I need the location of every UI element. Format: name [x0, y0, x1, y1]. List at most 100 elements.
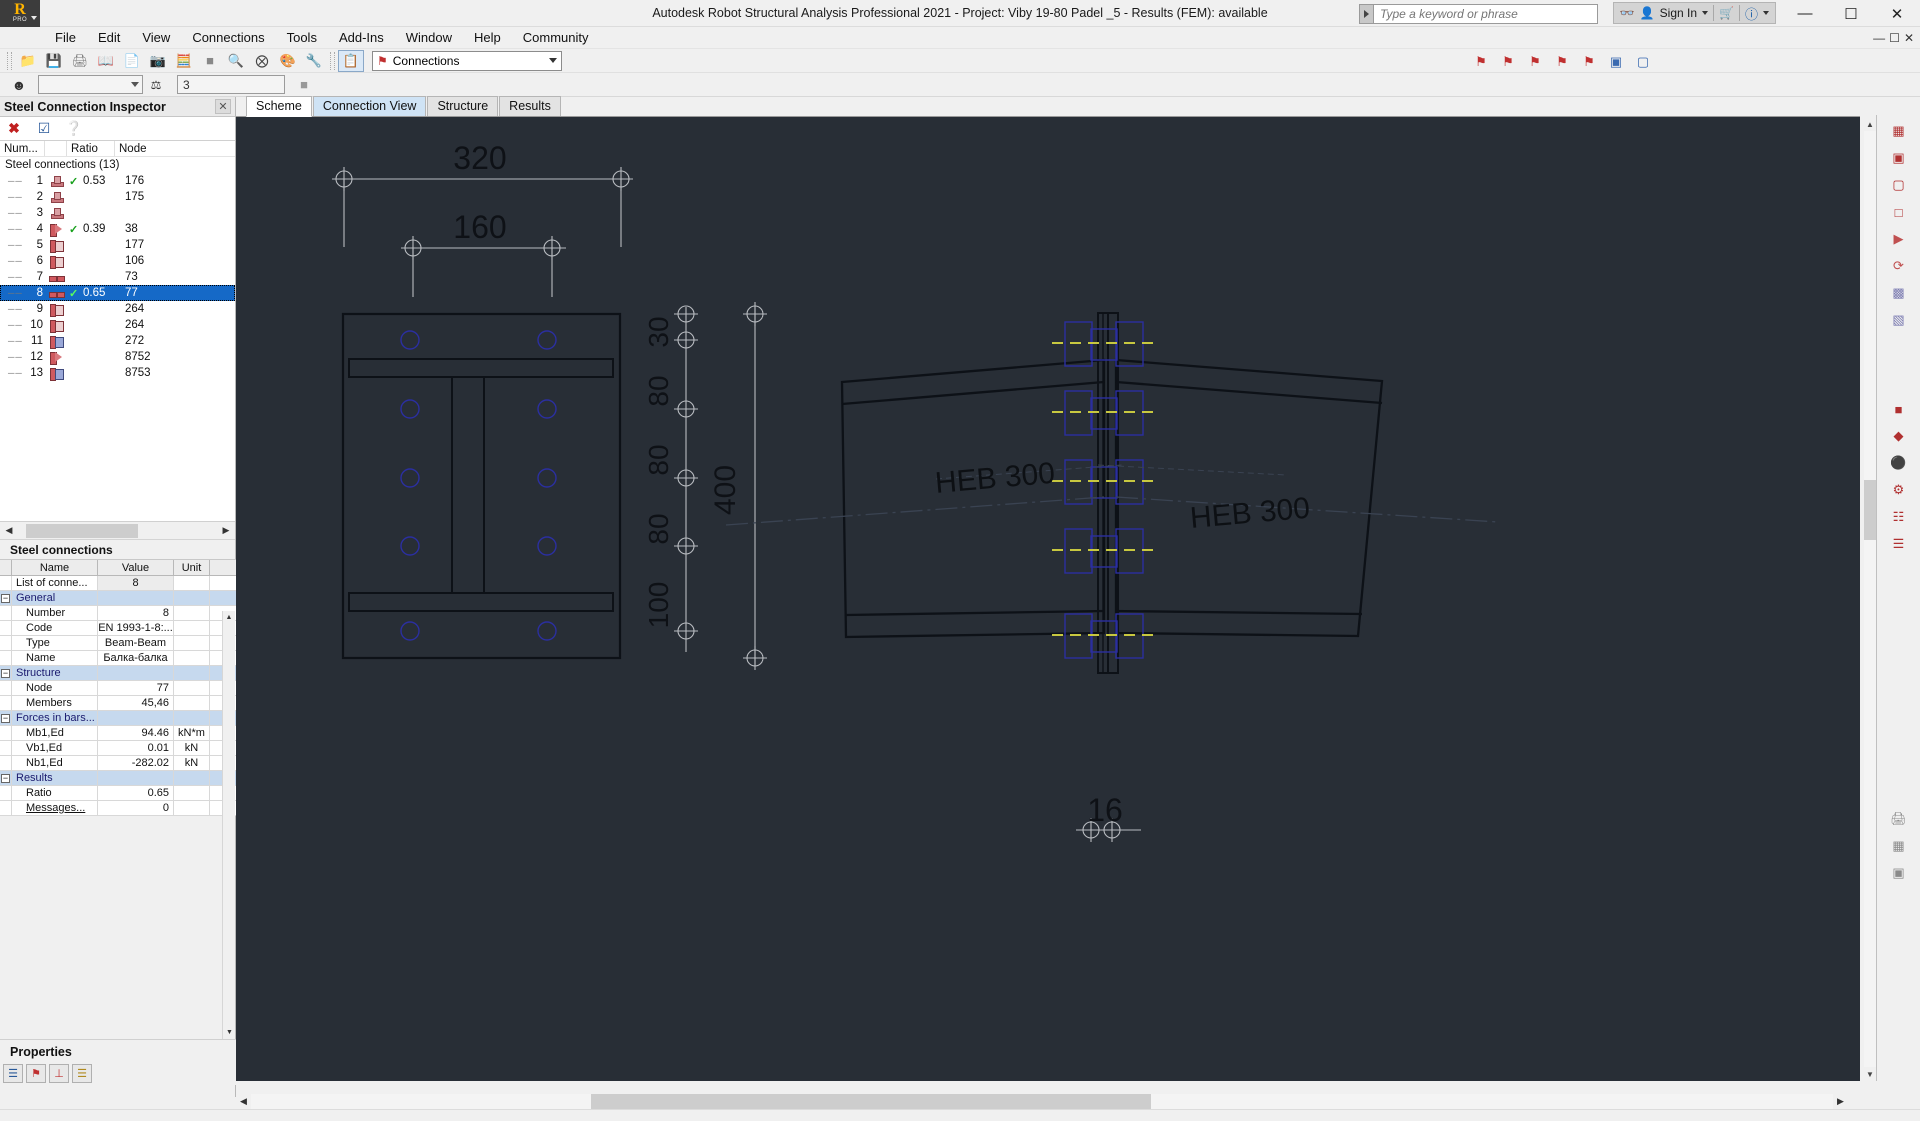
tab-scheme[interactable]: Scheme — [246, 96, 312, 117]
row-value[interactable]: 8 — [98, 606, 174, 620]
selection-combo[interactable] — [38, 75, 143, 94]
connection-table-icon[interactable]: ▣ — [1603, 51, 1629, 73]
column-header-unit[interactable]: Unit — [174, 560, 210, 575]
properties-section-forces[interactable]: − Forces in bars... — [0, 711, 236, 726]
canvas-scroll-left-icon[interactable]: ◀ — [236, 1094, 251, 1109]
row-name-messages-link[interactable]: Messages... — [12, 801, 98, 815]
zoom-icon[interactable]: 🔍 — [223, 50, 249, 72]
chevron-down-icon[interactable] — [131, 82, 139, 87]
object-inspector-icon[interactable]: 📋 — [338, 49, 364, 72]
table-row[interactable]: List of conne... 8 — [0, 576, 236, 591]
connection-report-icon[interactable]: ⚑ — [1576, 51, 1602, 73]
tree-root-label[interactable]: Steel connections (13) — [0, 157, 235, 173]
connection-definition-icon[interactable]: ⚑ — [1495, 51, 1521, 73]
close-button[interactable]: ✕ — [1874, 0, 1920, 27]
view-yz-icon[interactable]: ■ — [1886, 397, 1912, 421]
table-row[interactable]: ── 11 272 — [0, 333, 235, 349]
table-row[interactable]: ── 10 264 — [0, 317, 235, 333]
table-row[interactable]: Name Балка-балка — [0, 651, 236, 666]
view-xz-icon[interactable]: ▩ — [1886, 281, 1912, 305]
connection-verification-icon[interactable]: ⚑ — [1549, 51, 1575, 73]
shrink-icon[interactable]: ⚙ — [1886, 478, 1912, 502]
scroll-track[interactable] — [16, 523, 219, 538]
collapse-icon[interactable]: − — [0, 771, 12, 785]
canvas-hscroll-thumb[interactable] — [591, 1093, 1151, 1109]
table-row[interactable]: Members 45,46 — [0, 696, 236, 711]
menu-item-connections[interactable]: Connections — [181, 28, 275, 47]
connection-flag-icon[interactable]: ⚑ — [26, 1063, 46, 1083]
properties-section-structure[interactable]: − Structure — [0, 666, 236, 681]
canvas-vscroll-thumb[interactable] — [1864, 480, 1876, 540]
sign-in-caret-icon[interactable] — [1702, 11, 1709, 15]
table-row[interactable]: ── 2 175 — [0, 189, 235, 205]
menu-item-file[interactable]: File — [44, 28, 87, 47]
print-preview-icon[interactable]: 📖 — [93, 50, 119, 72]
table-row[interactable]: ── 4 ✓ 0.39 38 — [0, 221, 235, 237]
screen-capture-icon[interactable]: 📷 — [145, 50, 171, 72]
preferences-wrench-icon[interactable]: 🔧 — [301, 50, 327, 72]
view-xy-icon[interactable]: ▧ — [1886, 308, 1912, 332]
collapse-icon[interactable]: − — [0, 711, 12, 725]
zoom-out-icon[interactable]: □ — [1886, 200, 1912, 224]
table-row[interactable]: Vb1,Ed 0.01 kN — [0, 741, 236, 756]
render-icon[interactable]: ⚫ — [1886, 451, 1912, 475]
document-window-controls[interactable]: — ☐ ✕ — [1873, 31, 1914, 45]
table-row[interactable]: Messages... 0 — [0, 801, 236, 816]
doc-minimize-button[interactable]: — — [1873, 31, 1885, 45]
row-value[interactable]: 0.01 — [98, 741, 174, 755]
column-header-num[interactable]: Num... — [0, 141, 45, 156]
grid-icon[interactable]: ▦ — [1886, 834, 1912, 858]
canvas-scroll-up-icon[interactable]: ▲ — [1864, 117, 1876, 131]
connection-results-icon[interactable]: ⚑ — [1522, 51, 1548, 73]
window-controls[interactable]: — ☐ ✕ — [1782, 0, 1920, 27]
pan-zoom-icon[interactable]: ⨂ — [249, 50, 275, 72]
layers-icon[interactable]: ☰ — [72, 1063, 92, 1083]
table-row[interactable]: ── 3 — [0, 205, 235, 221]
menu-item-addins[interactable]: Add-Ins — [328, 28, 395, 47]
inspector-hscrollbar[interactable]: ◀ ▶ — [0, 521, 235, 539]
toolbar-grip[interactable] — [330, 51, 335, 70]
tab-properties[interactable]: Properties — [0, 1043, 82, 1061]
node-marker-icon[interactable]: ⚖ — [143, 74, 169, 96]
account-group[interactable]: 👓 👤 Sign In 🛒 ⓘ — [1612, 2, 1776, 24]
menu-item-help[interactable]: Help — [463, 28, 512, 47]
menu-item-edit[interactable]: Edit — [87, 28, 131, 47]
column-header-icon[interactable] — [45, 141, 67, 156]
delete-icon[interactable]: ✖ — [5, 120, 23, 138]
app-logo-caret-icon[interactable] — [31, 15, 37, 20]
doc-close-button[interactable]: ✕ — [1904, 31, 1914, 45]
drawing-canvas[interactable]: 320 160 16 30 80 80 80 100 400 HEB 300 H… — [236, 117, 1860, 1081]
table-row[interactable]: ── 1 ✓ 0.53 176 — [0, 173, 235, 189]
row-value[interactable]: 0.65 — [98, 786, 174, 800]
sign-in-label[interactable]: Sign In — [1660, 6, 1697, 20]
scroll-right-icon[interactable]: ▶ — [219, 524, 233, 538]
collapse-icon[interactable]: − — [0, 666, 12, 680]
help-search-group[interactable] — [1359, 3, 1598, 24]
zoom-window-icon[interactable]: ▣ — [1886, 146, 1912, 170]
menu-item-community[interactable]: Community — [512, 28, 600, 47]
menu-item-tools[interactable]: Tools — [276, 28, 328, 47]
canvas-hscrollbar[interactable]: ◀ ▶ — [236, 1093, 1848, 1109]
menu-item-view[interactable]: View — [131, 28, 181, 47]
node-combo[interactable]: 3 — [177, 75, 285, 94]
canvas-hscroll-track[interactable] — [251, 1093, 1833, 1109]
help-search-input[interactable] — [1373, 3, 1598, 24]
cart-icon[interactable]: 🛒 — [1719, 6, 1734, 20]
help-caret-icon[interactable] — [1763, 11, 1769, 15]
connection-note-icon[interactable]: ▢ — [1630, 51, 1656, 73]
properties-section-general[interactable]: − General — [0, 591, 236, 606]
scroll-thumb[interactable] — [26, 523, 138, 538]
save-icon[interactable]: 💾 — [41, 50, 67, 72]
snap-icon[interactable]: ☰ — [1886, 532, 1912, 556]
toolbar-grip[interactable] — [7, 51, 12, 70]
connection-drawing[interactable]: 320 160 16 30 80 80 80 100 400 HEB 300 H… — [236, 117, 1860, 1081]
menu-item-window[interactable]: Window — [395, 28, 463, 47]
maximize-button[interactable]: ☐ — [1828, 0, 1874, 27]
table-row-selected[interactable]: ── 8 ✓ 0.65 77 — [0, 285, 235, 301]
tab-structure[interactable]: Structure — [427, 96, 499, 116]
search-dropdown-arrow-icon[interactable] — [1359, 3, 1373, 24]
properties-vscrollbar[interactable]: ▲ ▼ — [222, 611, 235, 1039]
column-header-name[interactable]: Name — [12, 560, 98, 575]
column-header-ratio[interactable]: Ratio — [67, 141, 115, 156]
table-row[interactable]: Node 77 — [0, 681, 236, 696]
